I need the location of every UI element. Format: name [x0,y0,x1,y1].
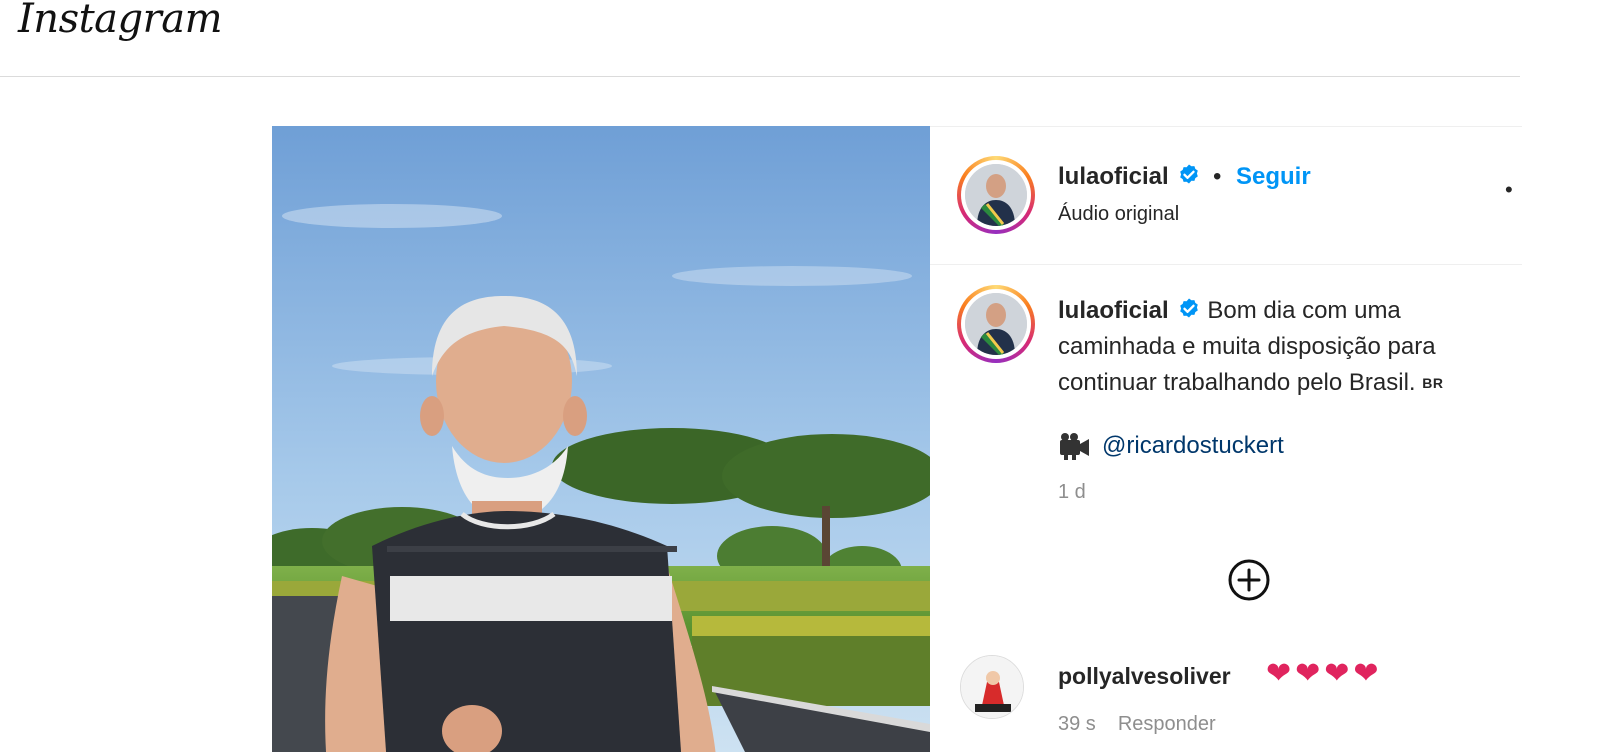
caption-author-photo [965,293,1027,355]
mention-link[interactable]: @ricardostuckert [1102,432,1284,460]
follow-button[interactable]: Seguir [1236,163,1311,191]
commenter-avatar[interactable] [960,655,1024,719]
instagram-logo[interactable]: Instagram [18,0,223,42]
reply-button[interactable]: Responder [1118,713,1216,736]
post-time[interactable]: 1 d [1058,481,1086,504]
audio-label[interactable]: Áudio original [1058,203,1179,226]
heart-emoji: ❤ [1353,657,1379,690]
heart-emoji: ❤ [1295,657,1321,690]
verified-badge-icon [1179,298,1198,318]
post-caption: lulaoficial Bom dia com uma caminhada e … [1058,293,1508,401]
comment-item: pollyalvesoliver ❤ ❤ ❤ ❤ 39 s Responder [960,655,1520,752]
heart-emoji: ❤ [1324,657,1350,690]
verified-badge-icon [1179,164,1198,184]
more-options-icon[interactable]: • [1505,177,1513,203]
caption-username[interactable]: lulaoficial [1058,297,1169,324]
flag-br-label: BR [1422,375,1444,391]
post-media[interactable] [272,126,930,752]
commenter-photo [961,656,1023,718]
comment-hearts: ❤ ❤ ❤ ❤ [1266,659,1379,689]
comment-meta: 39 s Responder [1058,713,1216,736]
author-avatar[interactable] [957,156,1035,234]
heart-emoji: ❤ [1266,657,1292,690]
photo-credit-row: @ricardostuckert [1058,431,1284,461]
commenter-username[interactable]: pollyalvesoliver [1058,663,1231,690]
separator-dot: • [1213,163,1222,190]
comment-time[interactable]: 39 s [1058,713,1096,736]
author-photo [965,164,1027,226]
post-side-panel: lulaoficial • Seguir Áudio original • lu… [930,126,1522,752]
video-camera-icon [1060,433,1089,460]
post-header: lulaoficial • Seguir Áudio original • [930,127,1522,265]
plus-circle-icon[interactable] [1226,557,1272,603]
author-username-text: lulaoficial [1058,163,1169,190]
post-view: lulaoficial • Seguir Áudio original • lu… [272,126,1522,752]
post-video-frame [272,126,930,752]
caption-avatar[interactable] [957,285,1035,363]
author-username[interactable]: lulaoficial [1058,163,1201,191]
top-bar: Instagram [0,0,1520,77]
